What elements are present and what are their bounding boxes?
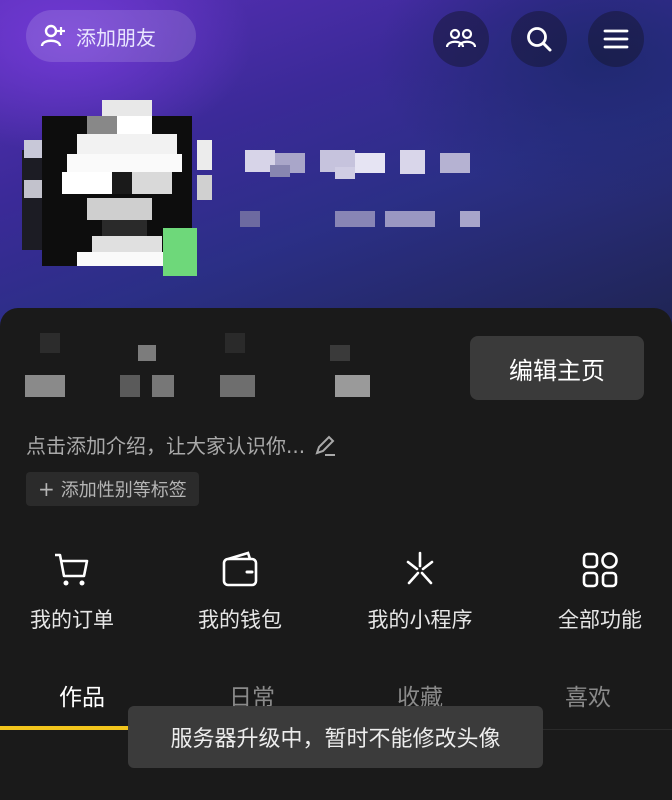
my-wallet-button[interactable]: 我的钱包 — [160, 550, 320, 634]
all-functions-button[interactable]: 全部功能 — [520, 550, 672, 634]
add-intro-link[interactable]: 点击添加介绍，让大家认识你... — [26, 430, 337, 459]
cart-icon — [55, 553, 89, 586]
nickname-censored — [240, 150, 480, 227]
search-icon — [527, 27, 552, 52]
edit-profile-label: 编辑主页 — [509, 356, 605, 385]
grid-icon — [582, 552, 618, 588]
friends-icon — [446, 28, 476, 48]
mini-program-icon — [406, 551, 434, 585]
my-mini-programs-button[interactable]: 我的小程序 — [340, 550, 500, 634]
menu-icon — [603, 29, 629, 49]
friends-button[interactable] — [433, 11, 489, 67]
my-orders-button[interactable]: 我的订单 — [0, 550, 152, 634]
my-mini-programs-label: 我的小程序 — [367, 608, 473, 632]
edit-profile-button[interactable]: 编辑主页 — [470, 336, 644, 400]
plus-icon: + — [38, 477, 55, 501]
add-user-icon — [40, 24, 65, 47]
menu-button[interactable] — [588, 11, 644, 67]
add-tags-label: 添加性别等标签 — [60, 480, 187, 501]
toast-text: 服务器升级中，暂时不能修改头像 — [170, 727, 501, 752]
search-button[interactable] — [511, 11, 567, 67]
stats-censored — [25, 333, 370, 397]
add-friend-label: 添加朋友 — [76, 25, 156, 50]
wallet-icon — [222, 551, 258, 587]
active-tab-indicator — [0, 726, 130, 730]
add-tags-button[interactable]: + 添加性别等标签 — [26, 472, 199, 506]
add-friend-button[interactable]: 添加朋友 — [26, 10, 196, 62]
toast-message: 服务器升级中，暂时不能修改头像 — [128, 706, 543, 768]
pencil-icon — [315, 435, 336, 456]
avatar-status-badge — [163, 228, 197, 276]
my-wallet-label: 我的钱包 — [198, 608, 282, 632]
intro-text: 点击添加介绍，让大家认识你... — [26, 434, 306, 458]
all-functions-label: 全部功能 — [558, 608, 642, 632]
my-orders-label: 我的订单 — [30, 608, 114, 632]
